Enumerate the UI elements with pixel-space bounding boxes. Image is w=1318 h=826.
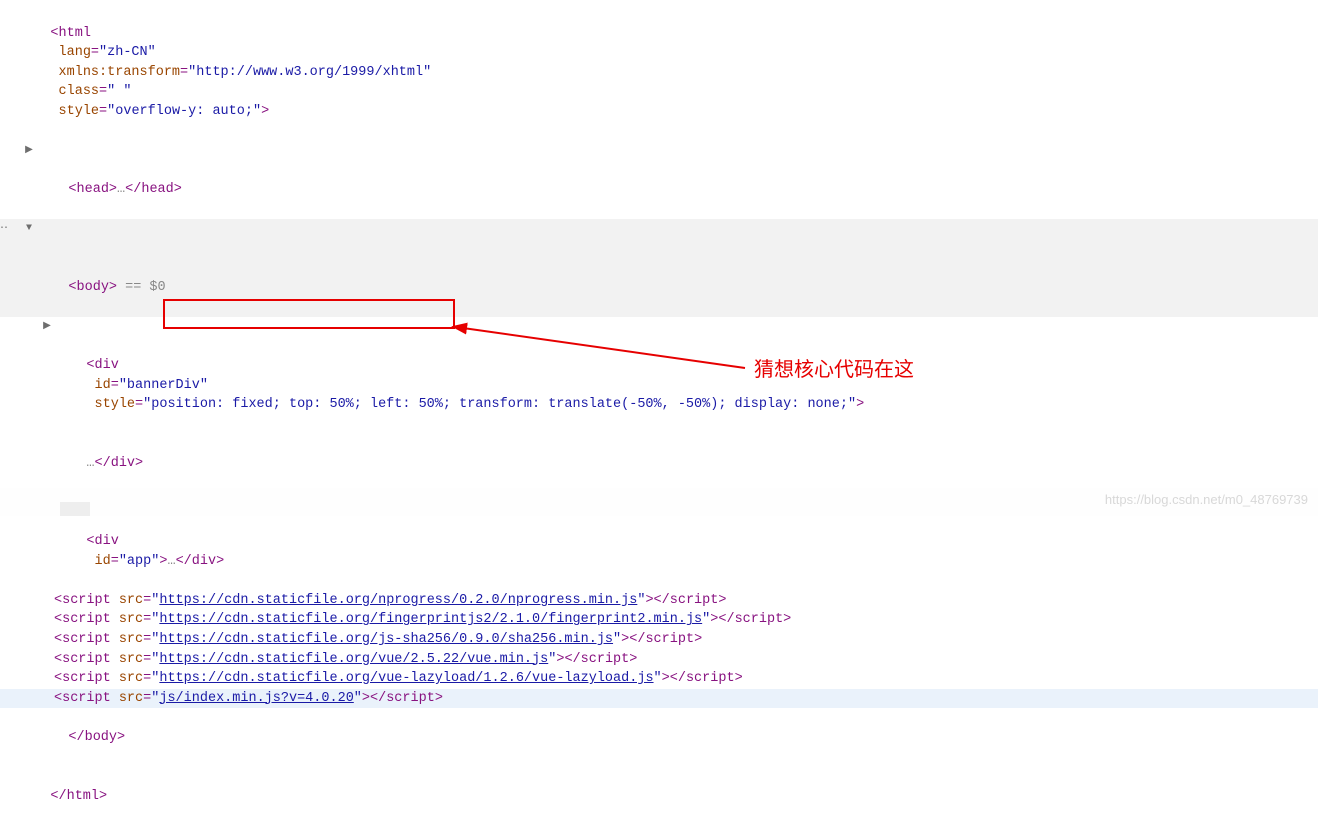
expand-arrow-icon[interactable] (40, 320, 54, 335)
script-element[interactable]: <script src="https://cdn.staticfile.org/… (0, 650, 1318, 670)
script-element[interactable]: <script src="https://cdn.staticfile.org/… (0, 669, 1318, 689)
script-element[interactable]: <script src="https://cdn.staticfile.org/… (0, 630, 1318, 650)
annotation-label: 猜想核心代码在这 (754, 356, 914, 385)
script-src-url[interactable]: https://cdn.staticfile.org/vue-lazyload/… (159, 671, 653, 686)
script-src-url[interactable]: https://cdn.staticfile.org/fingerprintjs… (159, 612, 702, 627)
script-element[interactable]: <script src="js/index.min.js?v=4.0.20"><… (0, 689, 1318, 709)
expand-arrow-icon[interactable] (22, 144, 36, 159)
bottom-indicator (60, 502, 90, 516)
script-element[interactable]: <script src="https://cdn.staticfile.org/… (0, 591, 1318, 611)
script-src-url[interactable]: https://cdn.staticfile.org/js-sha256/0.9… (159, 632, 613, 647)
collapse-arrow-icon[interactable] (22, 222, 36, 237)
banner-div-element[interactable]: <div id="bannerDiv" style="position: fix… (0, 317, 1318, 434)
script-src-url[interactable]: https://cdn.staticfile.org/nprogress/0.2… (159, 593, 637, 608)
html-close-tag[interactable]: </html> (0, 767, 1318, 826)
script-element[interactable]: <script src="https://cdn.staticfile.org/… (0, 610, 1318, 630)
html-open-tag[interactable]: <html lang="zh-CN" xmlns:transform="http… (0, 4, 1318, 141)
body-close-tag[interactable]: </body> (0, 708, 1318, 767)
head-element[interactable]: <head>…</head> (0, 141, 1318, 219)
banner-div-close[interactable]: …</div> (0, 434, 1318, 493)
body-element-selected[interactable]: ⋯ <body> == $0 (0, 219, 1318, 317)
script-src-url[interactable]: js/index.min.js?v=4.0.20 (159, 691, 353, 706)
overflow-dots-icon: ⋯ (0, 220, 8, 237)
selected-node-marker: == $0 (117, 280, 166, 295)
bottom-strip (0, 488, 1318, 516)
script-src-url[interactable]: https://cdn.staticfile.org/vue/2.5.22/vu… (159, 652, 548, 667)
devtools-elements-panel: <html lang="zh-CN" xmlns:transform="http… (0, 0, 1318, 826)
